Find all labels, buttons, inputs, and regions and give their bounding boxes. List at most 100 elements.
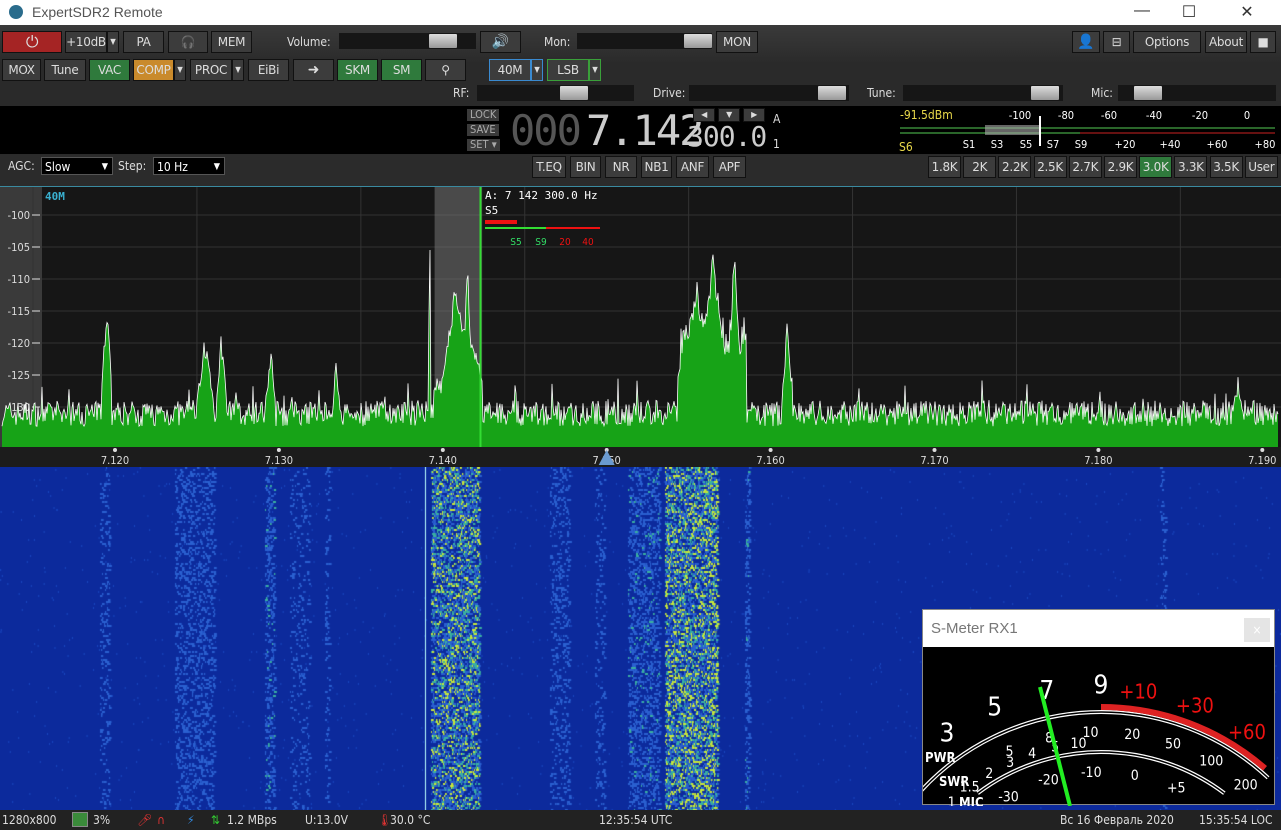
filter-button-25k[interactable]: 2.5K xyxy=(1033,156,1067,178)
db-tick-label: -120 xyxy=(8,337,30,350)
pa-button[interactable]: PA xyxy=(123,31,164,53)
dsp-button-nb1[interactable]: NB1 xyxy=(641,156,672,178)
data-rate: 1.2 MBps xyxy=(227,813,277,827)
slider-handle[interactable] xyxy=(1031,86,1059,100)
volume-slider[interactable] xyxy=(339,33,476,49)
speaker-button[interactable]: 🔊 xyxy=(480,31,521,53)
mic-label: Mic: xyxy=(1091,86,1113,100)
swr-scale-label: 4 xyxy=(1028,746,1036,762)
dsp-button-anf[interactable]: ANF xyxy=(676,156,709,178)
frequency-sub[interactable]: 300.0 xyxy=(687,120,767,153)
gain-dropdown[interactable]: ▼ xyxy=(107,31,119,53)
filter-button-30k[interactable]: 3.0K xyxy=(1139,156,1173,178)
logout-button[interactable]: ➜ xyxy=(293,59,334,81)
local-time: 15:35:54 LOC xyxy=(1199,813,1273,827)
filter-button-user[interactable]: User xyxy=(1244,156,1278,178)
dbm-readout: -91.5dBm xyxy=(900,108,953,122)
map-button[interactable]: ⚲ xyxy=(425,59,466,81)
slider-handle[interactable] xyxy=(818,86,846,100)
meter-bottom-tick: S5 xyxy=(1020,138,1033,151)
save-button[interactable]: SAVE xyxy=(467,124,499,136)
headphones-button[interactable]: 🎧 xyxy=(168,31,208,53)
minimize-button[interactable]: — xyxy=(1119,2,1165,24)
mini-scale-label: 20 xyxy=(559,237,571,248)
filter-button-27k[interactable]: 2.7K xyxy=(1068,156,1102,178)
filter-button-33k[interactable]: 3.3K xyxy=(1174,156,1208,178)
chevron-down-icon: ▼ xyxy=(213,162,220,172)
comp-button[interactable]: COMP xyxy=(133,59,174,81)
sm-button[interactable]: SM xyxy=(381,59,422,81)
dsp-button-nr[interactable]: NR xyxy=(605,156,637,178)
drive-slider[interactable] xyxy=(689,85,849,101)
band-dropdown[interactable]: ▼ xyxy=(531,59,543,81)
mode-select[interactable]: LSB xyxy=(547,59,589,81)
mon-button[interactable]: MON xyxy=(716,31,758,53)
mox-button[interactable]: MOX xyxy=(2,59,41,81)
mini-scale-label: S9 xyxy=(535,237,547,248)
spectrum-panel[interactable]: -100 -105 -110 -115 -120 -125 -130 S5 S9 20 40 40M… xyxy=(0,186,1281,448)
mon-slider[interactable] xyxy=(577,33,712,49)
proc-button[interactable]: PROC xyxy=(190,59,232,81)
comp-dropdown[interactable]: ▼ xyxy=(174,59,186,81)
filter-button-2k[interactable]: 2K xyxy=(963,156,997,178)
dsp-button-bin[interactable]: BIN xyxy=(570,156,601,178)
window-mode-button[interactable]: ■ xyxy=(1250,31,1276,53)
freq-tick xyxy=(440,448,445,452)
lock-button[interactable]: LOCK xyxy=(467,109,500,121)
mic-slider[interactable] xyxy=(1118,85,1276,101)
meter-top-tick: -80 xyxy=(1058,109,1074,122)
filter-button-35k[interactable]: 3.5K xyxy=(1209,156,1243,178)
pwr-scale-label: 100 xyxy=(1199,754,1223,770)
step-right-button[interactable]: ▶ xyxy=(743,108,765,122)
pwr-scale-label: 200 xyxy=(1234,777,1258,793)
freq-tick-label: 7.120 xyxy=(101,454,129,467)
chevron-down-icon: ▼ xyxy=(101,162,108,172)
gain-button[interactable]: +10dB xyxy=(65,31,107,53)
slider-handle[interactable] xyxy=(684,34,712,48)
tune-button[interactable]: Tune xyxy=(44,59,86,81)
about-button[interactable]: About xyxy=(1205,31,1247,53)
freq-tick xyxy=(1096,448,1101,452)
mic-scale-label: -30 xyxy=(998,789,1019,805)
agc-select[interactable]: Slow ▼ xyxy=(41,157,113,175)
options-button[interactable]: Options xyxy=(1133,31,1201,53)
date: Вс 16 Февраль 2020 xyxy=(1060,813,1174,827)
filter-button-18k[interactable]: 1.8K xyxy=(928,156,961,178)
step-select[interactable]: 10 Hz ▼ xyxy=(153,157,225,175)
skm-button[interactable]: SKM xyxy=(337,59,378,81)
filter-button-22k[interactable]: 2.2K xyxy=(998,156,1032,178)
dsp-button-teq[interactable]: T.EQ xyxy=(532,156,566,178)
vfo-letter: A xyxy=(773,112,781,126)
proc-dropdown[interactable]: ▼ xyxy=(232,59,244,81)
vac-button[interactable]: VAC xyxy=(89,59,130,81)
volume-label: Volume: xyxy=(287,35,331,49)
dsp-button-apf[interactable]: APF xyxy=(713,156,746,178)
filter-button-29k[interactable]: 2.9K xyxy=(1104,156,1137,178)
close-s-meter-button[interactable]: × xyxy=(1244,618,1270,642)
freq-tick xyxy=(1260,448,1265,452)
maximize-button[interactable]: ☐ xyxy=(1166,2,1212,24)
rf-slider[interactable] xyxy=(477,85,634,101)
slider-handle[interactable] xyxy=(429,34,457,48)
slider-handle[interactable] xyxy=(560,86,588,100)
step-left-button[interactable]: ◀ xyxy=(693,108,715,122)
close-button[interactable]: ✕ xyxy=(1224,2,1270,24)
mem-button[interactable]: MEM xyxy=(211,31,252,53)
mic-scale-label: 0 xyxy=(1131,768,1139,784)
step-down-button[interactable]: ▼ xyxy=(718,108,740,122)
band-select[interactable]: 40M xyxy=(489,59,531,81)
frequency-axis[interactable]: 7.1207.1307.1407.1507.1607.1707.1807.190 xyxy=(0,447,1281,467)
eibi-button[interactable]: EiBi xyxy=(248,59,289,81)
scale-label-swr: SWR xyxy=(939,775,969,790)
frequency-main[interactable]: 7.142 xyxy=(586,106,704,155)
drive-button[interactable]: ⊟ xyxy=(1103,31,1130,53)
set-button[interactable]: SET ▾ xyxy=(467,139,500,151)
mini-scale-label: S5 xyxy=(510,237,521,248)
mic-scale-label: +5 xyxy=(1167,781,1186,797)
power-button[interactable]: ⏻ xyxy=(2,31,62,53)
tune-slider[interactable] xyxy=(903,85,1063,101)
meter-top-tick: -60 xyxy=(1101,109,1117,122)
mode-dropdown[interactable]: ▼ xyxy=(589,59,601,81)
user-button[interactable]: 👤 xyxy=(1072,31,1100,53)
slider-handle[interactable] xyxy=(1134,86,1162,100)
